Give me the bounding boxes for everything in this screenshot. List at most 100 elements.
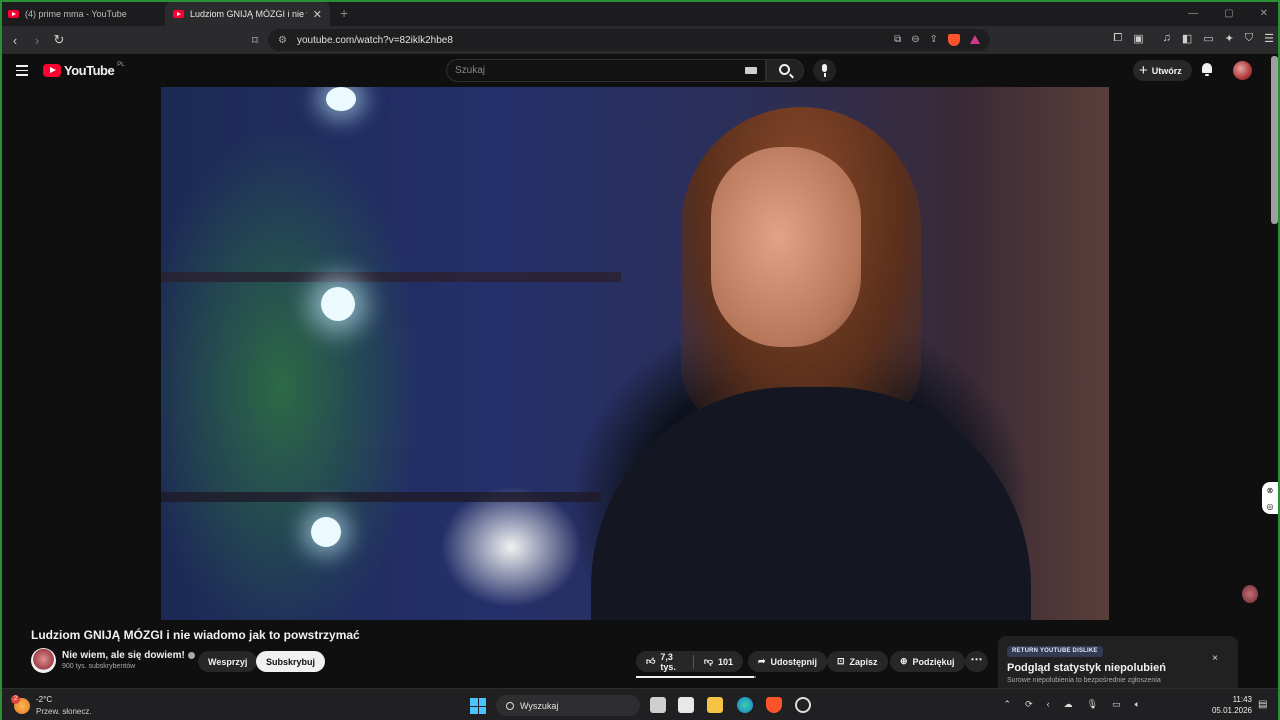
windows-taskbar: 2 -2°C Przew. słonecz. Wyszukaj ⌃ ⟳ ‹ ☁ …	[0, 688, 1280, 720]
search-input[interactable]: Szukaj	[446, 59, 766, 82]
channel-watermark-icon[interactable]	[1242, 585, 1258, 603]
sidebar-icon[interactable]: ◧	[1182, 32, 1192, 45]
subscribe-button[interactable]: Subskrybuj	[256, 651, 326, 672]
browser-extensions: ⧠ ▣ ♫ ◧ ▭ ✦ ⛉ ☰	[1113, 32, 1274, 45]
video-title: Ludziom GNIJĄ MÓZGI i nie wiadomo jak to…	[31, 628, 360, 642]
tab-current-video[interactable]: Ludziom GNIJĄ MÓZGI i nie wia ✕	[165, 2, 330, 26]
youtube-favicon-icon	[173, 10, 184, 18]
system-tray: ⌃ ⟳ ‹ ☁ 🎙︎ ▭ 🔈︎	[1004, 699, 1140, 710]
thumbs-up-icon: 👍︎	[646, 656, 656, 666]
voice-search-button[interactable]	[813, 59, 836, 82]
back-icon[interactable]: ‹	[4, 33, 26, 48]
date: 05.01.2026	[1211, 706, 1252, 715]
clock[interactable]: 11:43 05.01.2026	[1206, 694, 1252, 716]
minimize-button[interactable]: —	[1188, 8, 1198, 19]
site-settings-icon[interactable]: ⚙	[278, 35, 287, 46]
close-widget-icon[interactable]: ⊗	[1267, 486, 1274, 495]
network-icon[interactable]: ▭	[1112, 699, 1121, 710]
media-icon[interactable]: ♫	[1163, 32, 1171, 45]
file-explorer-icon[interactable]	[707, 697, 723, 713]
channel-avatar[interactable]	[31, 648, 56, 673]
plus-icon: +	[1139, 62, 1148, 79]
forward-icon[interactable]: ›	[26, 33, 48, 48]
screenshot-icon[interactable]: ▣	[1133, 32, 1143, 45]
youtube-favicon-icon	[8, 10, 19, 18]
country-code: PL	[117, 61, 125, 68]
vpn-icon[interactable]: ⛉	[1245, 32, 1253, 45]
like-dislike-segment: 👍︎ 7,3 tys. 👎︎ 101	[636, 651, 743, 672]
zoom-icon[interactable]: ⊖	[911, 34, 919, 46]
store-icon[interactable]	[678, 697, 694, 713]
notifications-icon[interactable]: ▤	[1258, 699, 1267, 710]
youtube-logo[interactable]: YouTube PL	[43, 61, 125, 78]
support-button[interactable]: Wesprzyj	[198, 651, 258, 672]
bookmark-icon[interactable]: ⌑	[244, 34, 266, 47]
extension-side-widget[interactable]: ⊗ ◎	[1262, 482, 1278, 514]
start-button[interactable]	[470, 698, 486, 714]
search-button[interactable]	[766, 59, 804, 82]
ryd-popup: RETURN YOUTUBE DISLIKE × Podgląd statyst…	[998, 636, 1238, 688]
cloud-icon[interactable]: ☁	[1064, 699, 1073, 710]
thanks-icon: ⊕	[900, 656, 908, 666]
edge-icon[interactable]	[737, 697, 753, 713]
guide-menu-icon[interactable]	[16, 65, 28, 79]
taskbar-search[interactable]: Wyszukaj	[496, 695, 640, 716]
video-player[interactable]	[161, 87, 1109, 620]
wallet-icon[interactable]: ▭	[1203, 32, 1213, 45]
channel-name[interactable]: Nie wiem, ale się dowiem!	[62, 650, 195, 661]
maximize-button[interactable]: ▢	[1224, 8, 1233, 19]
create-button[interactable]: + Utwórz	[1133, 60, 1192, 81]
like-button[interactable]: 👍︎ 7,3 tys.	[636, 652, 693, 672]
save-button[interactable]: ⊡ Zapisz	[827, 651, 888, 672]
new-tab-button[interactable]: +	[330, 5, 358, 26]
share-icon: ➦	[758, 656, 766, 666]
create-label: Utwórz	[1151, 65, 1182, 76]
thanks-button[interactable]: ⊕ Podziękuj	[890, 651, 965, 672]
tab-prime-mma[interactable]: (4) prime mma - YouTube	[0, 2, 165, 26]
sun-icon: 2	[11, 695, 30, 714]
weather-condition: Przew. słonecz.	[36, 707, 92, 716]
brave-rewards-icon[interactable]	[970, 35, 980, 44]
close-tab-icon[interactable]: ✕	[313, 8, 322, 21]
search-icon	[506, 701, 514, 710]
volume-icon[interactable]: 🔈︎	[1135, 699, 1140, 710]
task-view-icon[interactable]	[650, 697, 666, 713]
open-in-app-icon[interactable]: ⧉	[894, 34, 901, 46]
brave-icon[interactable]	[766, 697, 782, 713]
page-scrollbar[interactable]	[1271, 56, 1278, 224]
close-window-button[interactable]: ✕	[1260, 8, 1268, 19]
reload-icon[interactable]: ↻	[48, 32, 70, 48]
leo-ai-icon[interactable]: ✦	[1225, 32, 1234, 45]
account-avatar[interactable]	[1233, 61, 1252, 80]
keyboard-icon[interactable]	[745, 67, 757, 74]
close-popup-icon[interactable]: ×	[1212, 653, 1218, 664]
logo-text: YouTube	[64, 63, 115, 78]
more-actions-button[interactable]: ⋯	[965, 651, 988, 672]
weather-widget[interactable]: 2 -2°C Przew. słonecz.	[11, 694, 92, 718]
share-page-icon[interactable]: ⇪	[930, 34, 938, 46]
like-ratio-fill	[636, 676, 755, 678]
tab-title: (4) prime mma - YouTube	[25, 9, 127, 19]
search-icon	[779, 64, 790, 75]
brave-shields-icon[interactable]	[948, 34, 960, 46]
back-arrow-icon[interactable]: ‹	[1047, 699, 1050, 710]
temperature: -2°C	[36, 695, 53, 704]
dislike-count: 101	[717, 656, 733, 667]
chatgpt-icon[interactable]	[795, 697, 811, 713]
notifications-bell-icon[interactable]	[1201, 63, 1213, 76]
sync-icon[interactable]: ⟳	[1025, 699, 1033, 710]
like-ratio-bar	[636, 676, 756, 678]
address-bar[interactable]: ⚙ youtube.com/watch?v=82iklk2hbe8 ⧉ ⊖ ⇪	[268, 29, 990, 51]
widget-settings-icon[interactable]: ◎	[1267, 502, 1274, 511]
show-hidden-icons[interactable]: ⌃	[1004, 699, 1012, 710]
microphone-icon[interactable]: 🎙︎	[1087, 699, 1098, 710]
share-button[interactable]: ➦ Udostępnij	[748, 651, 828, 672]
tab-title: Ludziom GNIJĄ MÓZGI i nie wia	[190, 9, 307, 19]
dislike-button[interactable]: 👎︎ 101	[694, 656, 743, 667]
extension-puzzle-icon[interactable]: ⧠	[1113, 32, 1122, 45]
youtube-play-icon	[43, 64, 61, 77]
save-label: Zapisz	[849, 656, 878, 667]
menu-icon[interactable]: ☰	[1264, 32, 1274, 45]
window-controls: — ▢ ✕	[1188, 8, 1280, 26]
taskbar-search-label: Wyszukaj	[520, 700, 559, 711]
